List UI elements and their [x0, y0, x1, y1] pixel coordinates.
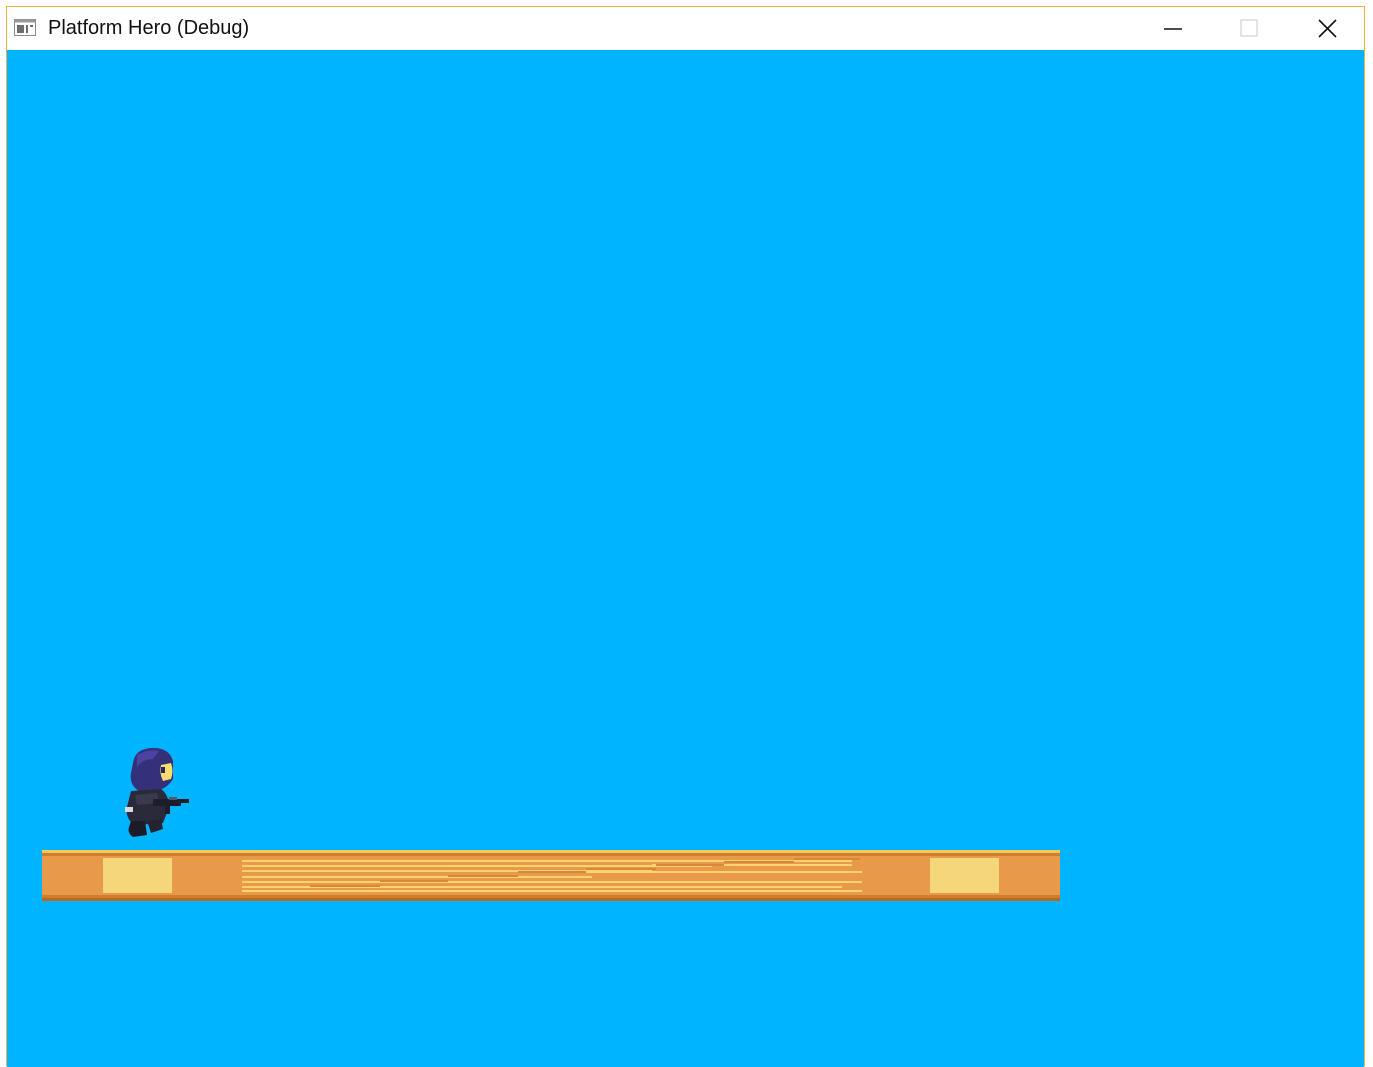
close-button[interactable] — [1289, 7, 1365, 50]
game-window: Platform Hero (Debug) — [6, 6, 1365, 1067]
close-icon — [1318, 19, 1337, 38]
maximize-icon — [1240, 19, 1258, 37]
window-title: Platform Hero (Debug) — [48, 17, 250, 39]
platform — [42, 850, 1060, 901]
player-character — [125, 747, 189, 837]
minimize-button[interactable] — [1135, 7, 1211, 50]
title-bar[interactable]: Platform Hero (Debug) — [7, 7, 1364, 50]
game-canvas[interactable] — [7, 50, 1364, 1067]
maximize-button[interactable] — [1211, 7, 1287, 50]
minimize-icon — [1164, 28, 1182, 30]
application-window-icon[interactable] — [14, 19, 36, 36]
